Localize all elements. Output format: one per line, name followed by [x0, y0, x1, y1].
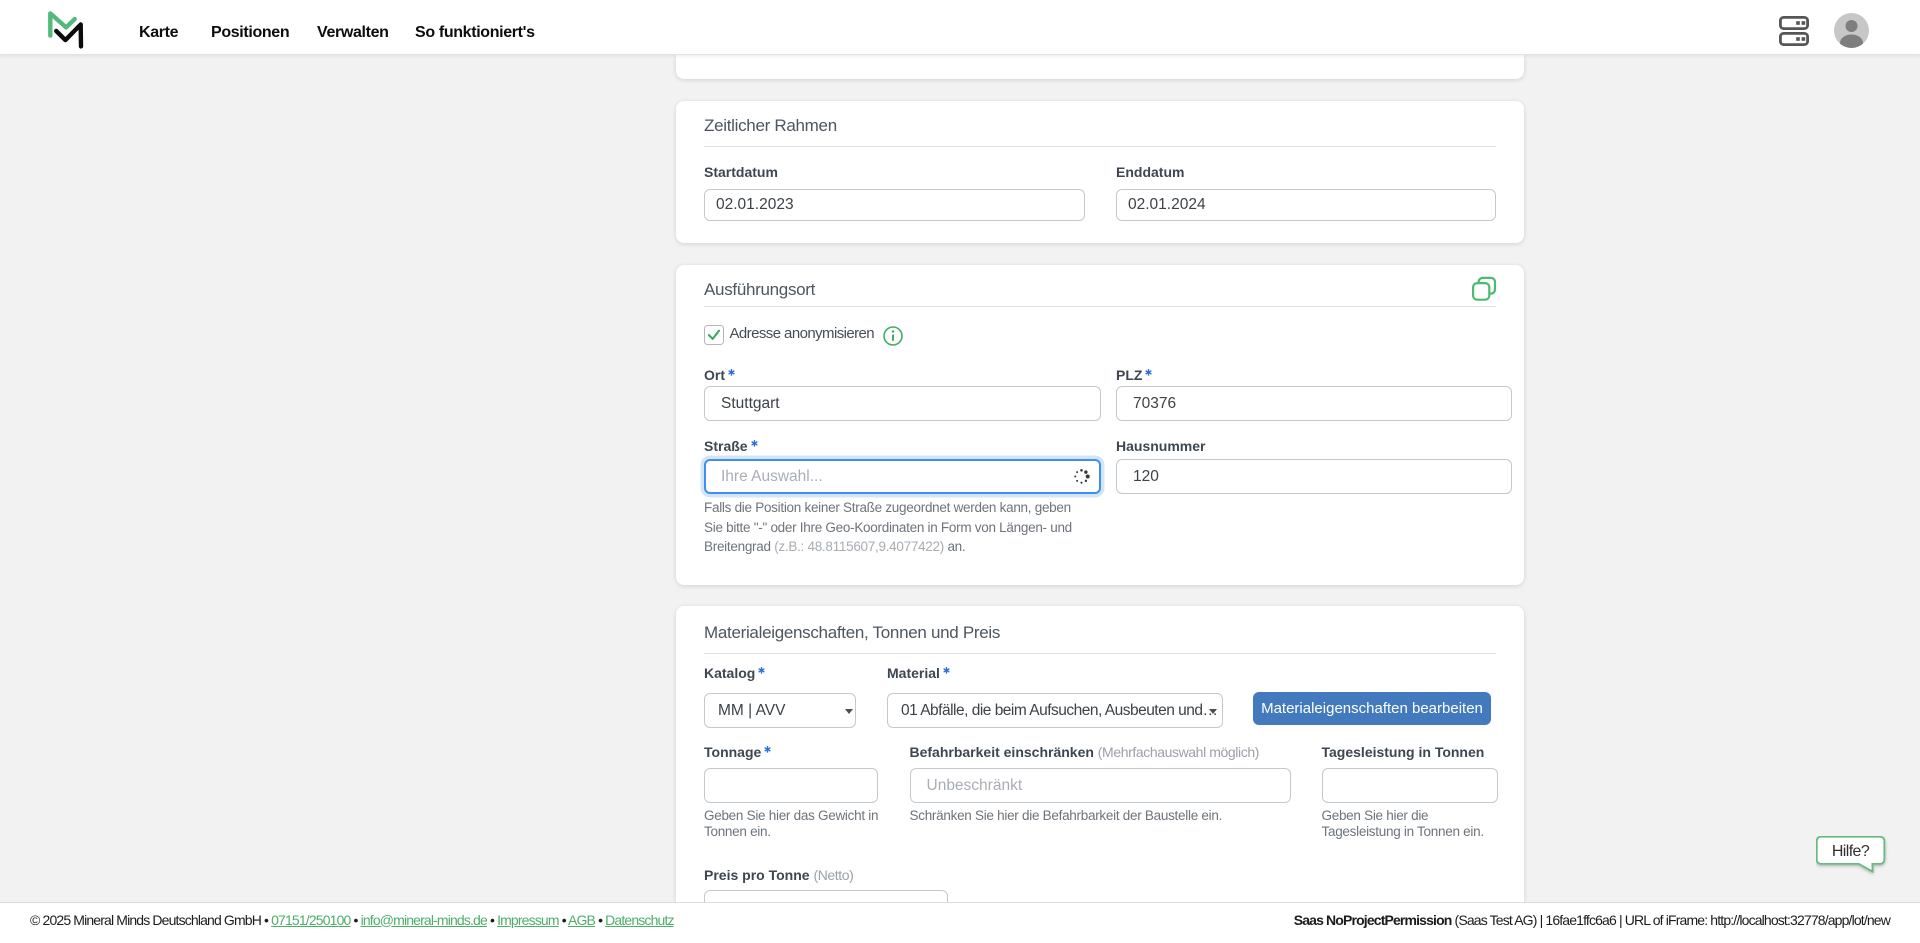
svg-text:Hilfe?: Hilfe? — [1832, 843, 1870, 860]
